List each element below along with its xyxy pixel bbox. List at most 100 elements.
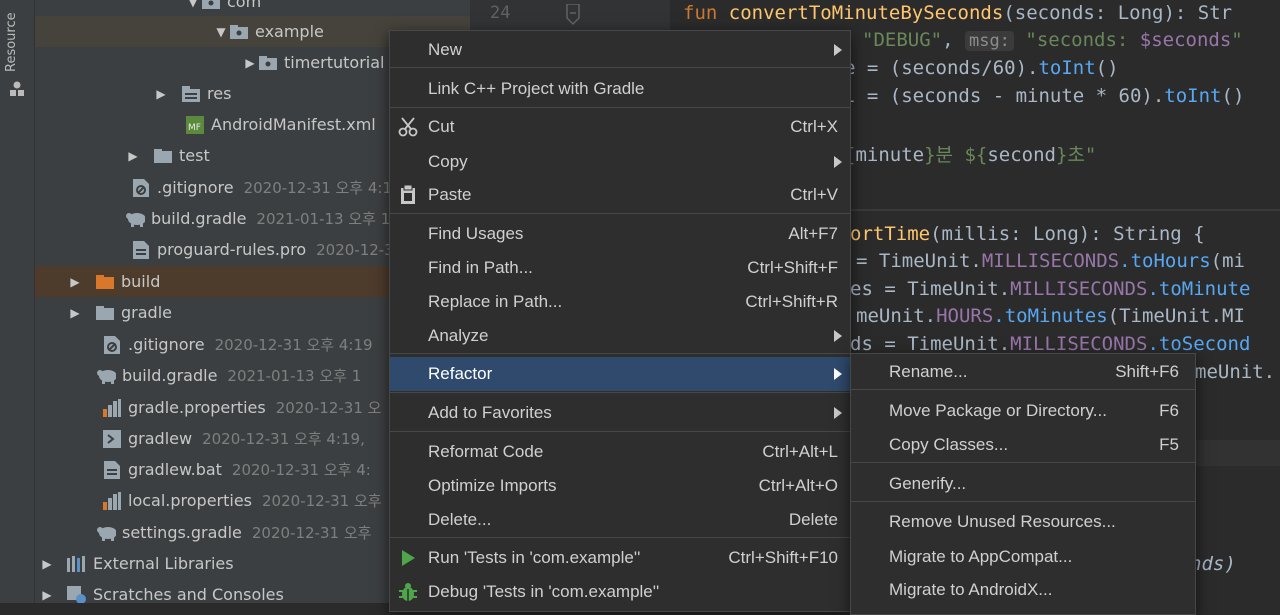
code-line: l = (seconds - minute * 60).toInt() bbox=[844, 85, 1245, 107]
excluded-folder-icon bbox=[95, 273, 115, 291]
code-line: ds = TimeUnit.MILLISECONDS.toSecond bbox=[850, 333, 1251, 355]
menu-separator bbox=[851, 462, 1195, 463]
menu-item-debug-tests[interactable]: Debug 'Tests in 'com.example'' bbox=[390, 575, 850, 608]
menu-item-replace-in-path[interactable]: Replace in Path... Ctrl+Shift+R bbox=[390, 285, 850, 318]
menu-item-remove-unused-resources[interactable]: Remove Unused Resources... bbox=[851, 505, 1195, 538]
menu-item-copy-classes[interactable]: Copy Classes... F5 bbox=[851, 428, 1195, 461]
menu-separator bbox=[390, 67, 850, 68]
menu-item-move-package[interactable]: Move Package or Directory... F6 bbox=[851, 394, 1195, 427]
code-line: nds) bbox=[1190, 553, 1236, 575]
chevron-right-icon[interactable]: ▶ bbox=[39, 587, 55, 603]
package-folder-icon bbox=[258, 54, 278, 72]
code-line: = TimeUnit.MILLISECONDS.toHours(mi bbox=[856, 250, 1245, 272]
folder-icon bbox=[95, 304, 115, 322]
tree-row-label: res bbox=[207, 84, 232, 103]
tree-row-label: .gitignore bbox=[128, 335, 205, 354]
refactor-submenu: Rename... Shift+F6 Move Package or Direct… bbox=[850, 353, 1196, 615]
menu-item-optimize-imports[interactable]: Optimize Imports Ctrl+Alt+O bbox=[390, 469, 850, 502]
tree-row-label: timertutorial bbox=[284, 53, 385, 72]
menu-item-find-in-path[interactable]: Find in Path... Ctrl+Shift+F bbox=[390, 251, 850, 284]
chevron-right-icon[interactable]: ▶ bbox=[242, 55, 258, 71]
code-line: fun convertToMinuteBySeconds(seconds: Lo… bbox=[683, 2, 1233, 24]
chevron-right-icon[interactable]: ▶ bbox=[67, 274, 83, 290]
menu-separator bbox=[390, 431, 850, 432]
properties-file-icon bbox=[102, 398, 122, 417]
gradle-elephant-icon bbox=[96, 367, 116, 385]
menu-separator bbox=[390, 353, 850, 354]
tree-row-label: AndroidManifest.xml bbox=[211, 115, 376, 134]
menu-separator bbox=[390, 537, 850, 538]
tree-row-label: com bbox=[227, 0, 262, 11]
shell-script-icon bbox=[102, 429, 122, 448]
context-menu: New Link C++ Project with Gradle Cut Ctrl… bbox=[389, 30, 851, 612]
code-line: {minute}분 ${second}초" bbox=[844, 144, 1097, 166]
line-number: 24 bbox=[490, 3, 511, 23]
folder-icon bbox=[153, 147, 173, 165]
tree-row-label: gradlew bbox=[128, 429, 193, 448]
chevron-right-icon[interactable]: ▶ bbox=[67, 305, 83, 321]
code-line: meUnit.HOURS.toMinutes(TimeUnit.MI bbox=[856, 305, 1245, 327]
menu-item-generify[interactable]: Generify... bbox=[851, 467, 1195, 500]
resource-folder-icon bbox=[181, 85, 201, 103]
tree-row-meta: 2020-12-31 오후 4:19 bbox=[214, 336, 373, 354]
tree-row-label: test bbox=[179, 146, 210, 165]
scratches-icon bbox=[67, 585, 87, 603]
menu-item-rename[interactable]: Rename... Shift+F6 bbox=[851, 355, 1195, 388]
debug-bug-icon bbox=[398, 582, 418, 602]
tree-row-label: example bbox=[255, 22, 324, 41]
menu-item-paste[interactable]: Paste Ctrl+V bbox=[390, 178, 850, 211]
fold-marker-icon[interactable] bbox=[565, 4, 581, 26]
tree-row-label: build bbox=[121, 272, 161, 291]
resource-manager-icon bbox=[10, 81, 24, 96]
libraries-icon bbox=[67, 555, 87, 573]
gradle-elephant-icon bbox=[125, 210, 145, 228]
menu-separator bbox=[390, 213, 850, 214]
tree-row-meta: 2020-12-31 오 bbox=[275, 399, 382, 417]
tree-row-label: proguard-rules.pro bbox=[157, 240, 307, 259]
tree-row-label: build.gradle bbox=[151, 209, 247, 228]
chevron-right-icon[interactable]: ▶ bbox=[125, 148, 141, 164]
menu-item-delete[interactable]: Delete... Delete bbox=[390, 503, 850, 536]
menu-item-migrate-androidx[interactable]: Migrate to AndroidX... bbox=[851, 573, 1195, 606]
package-folder-icon bbox=[201, 0, 221, 11]
tree-row-meta: 2021-01-13 오후 1 bbox=[256, 210, 391, 228]
submenu-arrow-icon bbox=[834, 329, 842, 342]
menu-item-copy[interactable]: Copy bbox=[390, 145, 850, 178]
chevron-down-icon[interactable]: ▼ bbox=[185, 0, 201, 10]
text-file-icon bbox=[131, 240, 151, 259]
tree-row-meta: 2020-12-31 오후 4: bbox=[231, 461, 371, 479]
resource-manager-tab[interactable]: Resource bbox=[4, 12, 19, 72]
menu-item-find-usages[interactable]: Find Usages Alt+F7 bbox=[390, 217, 850, 250]
tree-row-label: gradle.properties bbox=[128, 398, 266, 417]
tree-row-com[interactable]: ▼ com bbox=[35, 0, 470, 17]
manifest-file-icon: MF bbox=[185, 115, 205, 134]
tree-row-label: gradle bbox=[121, 303, 172, 322]
menu-item-run-tests[interactable]: Run 'Tests in 'com.example'' Ctrl+Shift+F… bbox=[390, 541, 850, 574]
chevron-right-icon[interactable]: ▶ bbox=[153, 86, 169, 102]
tree-row-label: gradlew.bat bbox=[128, 460, 222, 479]
chevron-down-icon[interactable]: ▼ bbox=[213, 24, 229, 40]
text-file-icon bbox=[102, 460, 122, 479]
code-line: meUnit. bbox=[1195, 361, 1276, 383]
submenu-arrow-icon bbox=[834, 406, 842, 419]
menu-separator bbox=[851, 501, 1195, 502]
tree-row-meta: 2021-01-13 오후 1 bbox=[227, 367, 362, 385]
menu-item-analyze[interactable]: Analyze bbox=[390, 319, 850, 352]
gradle-elephant-icon bbox=[96, 524, 116, 542]
menu-item-link-cpp[interactable]: Link C++ Project with Gradle bbox=[390, 72, 850, 105]
menu-item-add-to-favorites[interactable]: Add to Favorites bbox=[390, 396, 850, 429]
tree-row-meta: 2020-12-31 오후 4:19, bbox=[202, 430, 365, 448]
package-folder-icon bbox=[229, 23, 249, 41]
menu-item-migrate-appcompat[interactable]: Migrate to AppCompat... bbox=[851, 540, 1195, 573]
ignore-file-icon bbox=[102, 335, 122, 354]
chevron-right-icon[interactable]: ▶ bbox=[39, 556, 55, 572]
submenu-arrow-icon bbox=[834, 43, 842, 56]
svg-text:MF: MF bbox=[188, 123, 201, 133]
code-line: e = (seconds/60).toInt() bbox=[844, 57, 1119, 79]
menu-separator bbox=[390, 392, 850, 393]
menu-item-cut[interactable]: Cut Ctrl+X bbox=[390, 110, 850, 143]
menu-item-refactor[interactable]: Refactor bbox=[390, 357, 850, 391]
menu-item-reformat-code[interactable]: Reformat Code Ctrl+Alt+L bbox=[390, 435, 850, 468]
menu-separator bbox=[390, 107, 850, 108]
menu-item-new[interactable]: New bbox=[390, 33, 850, 66]
